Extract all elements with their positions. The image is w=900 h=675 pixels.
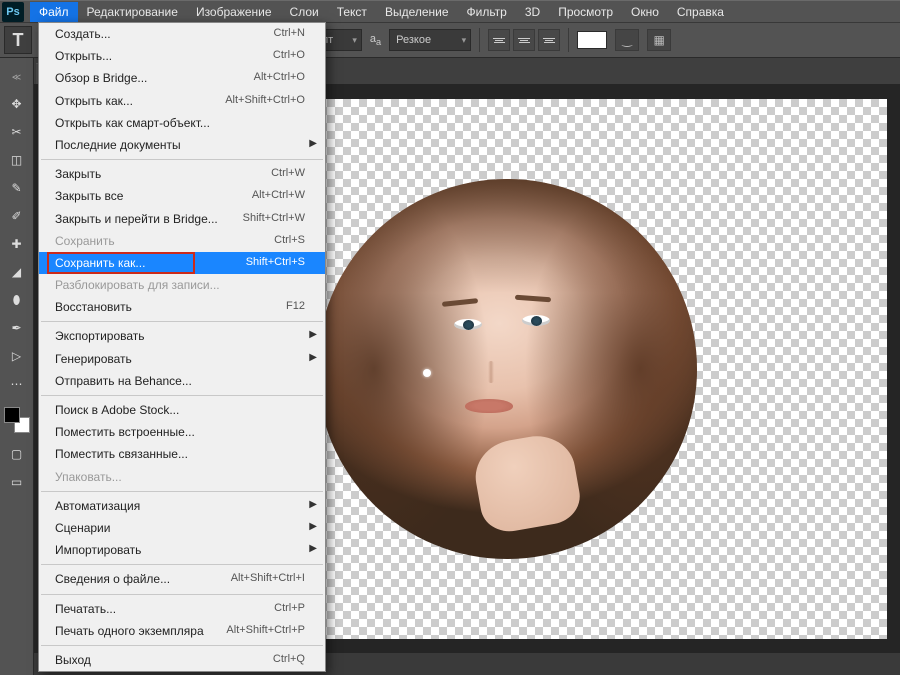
menu-item[interactable]: ЗакрытьCtrl+W xyxy=(39,163,325,185)
menu-separator xyxy=(41,564,323,565)
more-tools-icon[interactable]: ⋯ xyxy=(5,373,29,395)
menu-фильтр[interactable]: Фильтр xyxy=(458,2,516,22)
menu-separator xyxy=(41,594,323,595)
menu-item[interactable]: Закрыть и перейти в Bridge...Shift+Ctrl+… xyxy=(39,208,325,230)
divider xyxy=(568,28,569,52)
menu-item[interactable]: Сценарии▶ xyxy=(39,517,325,539)
menu-item[interactable]: Обзор в Bridge...Alt+Ctrl+O xyxy=(39,67,325,89)
menu-item[interactable]: Поместить связанные... xyxy=(39,443,325,465)
menu-выделение[interactable]: Выделение xyxy=(376,2,458,22)
menu-item[interactable]: Генерировать▶ xyxy=(39,348,325,370)
menu-item[interactable]: Открыть как смарт-объект... xyxy=(39,112,325,134)
menu-просмотр[interactable]: Просмотр xyxy=(549,2,622,22)
menu-item[interactable]: Закрыть всеAlt+Ctrl+W xyxy=(39,185,325,207)
crop-tool-icon[interactable]: ◫ xyxy=(5,149,29,171)
chevron-right-icon: ▶ xyxy=(309,351,317,365)
menu-редактирование[interactable]: Редактирование xyxy=(78,2,187,22)
chevron-right-icon: ▶ xyxy=(309,498,317,512)
healing-tool-icon[interactable]: ✚ xyxy=(5,233,29,255)
menu-item[interactable]: Открыть как...Alt+Shift+Ctrl+O xyxy=(39,90,325,112)
warp-text-icon[interactable]: ‿ xyxy=(615,29,639,51)
menu-item[interactable]: Поместить встроенные... xyxy=(39,421,325,443)
menu-separator xyxy=(41,645,323,646)
menu-item[interactable]: Сохранить как...Shift+Ctrl+S xyxy=(39,252,325,274)
chevron-right-icon: ▶ xyxy=(309,520,317,534)
lasso-tool-icon[interactable]: ✂ xyxy=(5,121,29,143)
color-swatches[interactable] xyxy=(4,407,30,433)
menu-item[interactable]: Отправить на Behance... xyxy=(39,370,325,392)
chevron-right-icon: ▶ xyxy=(309,542,317,556)
pen-tool-icon[interactable]: ✒ xyxy=(5,317,29,339)
menu-item[interactable]: Печатать...Ctrl+P xyxy=(39,598,325,620)
menu-слои[interactable]: Слои xyxy=(281,2,328,22)
menu-окно[interactable]: Окно xyxy=(622,2,668,22)
screenmode-icon[interactable]: ▭ xyxy=(5,471,29,493)
menu-файл[interactable]: Файл xyxy=(30,2,78,22)
antialias-icon: aa xyxy=(370,33,381,47)
quickmask-icon[interactable]: ▢ xyxy=(5,443,29,465)
image-content xyxy=(317,179,697,559)
menu-separator xyxy=(41,159,323,160)
menu-separator xyxy=(41,395,323,396)
menu-item[interactable]: ВосстановитьF12 xyxy=(39,296,325,318)
brush-tool-icon[interactable]: ✐ xyxy=(5,205,29,227)
panel-toggle-icon[interactable]: ▦ xyxy=(647,29,671,51)
antialias-select[interactable]: Резкое xyxy=(389,29,471,51)
path-select-icon[interactable]: ▷ xyxy=(5,345,29,367)
align-center-button[interactable] xyxy=(513,29,535,51)
menu-item[interactable]: ВыходCtrl+Q xyxy=(39,649,325,671)
align-right-button[interactable] xyxy=(538,29,560,51)
chevron-right-icon: ▶ xyxy=(309,137,317,151)
menu-item: Упаковать... xyxy=(39,466,325,488)
menu-справка[interactable]: Справка xyxy=(668,2,733,22)
menu-изображение[interactable]: Изображение xyxy=(187,2,281,22)
current-tool-icon[interactable]: T xyxy=(4,26,32,54)
gradient-tool-icon[interactable]: ◢ xyxy=(5,261,29,283)
menu-item[interactable]: Последние документы▶ xyxy=(39,134,325,156)
chevron-right-icon: ▶ xyxy=(309,328,317,342)
divider xyxy=(479,28,480,52)
menubar: Ps ФайлРедактированиеИзображениеСлоиТекс… xyxy=(0,0,900,22)
menu-item[interactable]: Открыть...Ctrl+O xyxy=(39,45,325,67)
move-tool-icon[interactable]: ✥ xyxy=(5,93,29,115)
blur-tool-icon[interactable]: ⬮ xyxy=(5,289,29,311)
menu-item: СохранитьCtrl+S xyxy=(39,230,325,252)
app-logo: Ps xyxy=(2,2,24,22)
menu-item: Разблокировать для записи... xyxy=(39,274,325,296)
menu-item[interactable]: Печать одного экземпляраAlt+Shift+Ctrl+P xyxy=(39,620,325,642)
menu-separator xyxy=(41,321,323,322)
menu-item[interactable]: Экспортировать▶ xyxy=(39,325,325,347)
toolbar-collapse-icon[interactable]: ≪ xyxy=(12,72,21,83)
menu-item[interactable]: Автоматизация▶ xyxy=(39,495,325,517)
eyedropper-tool-icon[interactable]: ✎ xyxy=(5,177,29,199)
menu-item[interactable]: Сведения о файле...Alt+Shift+Ctrl+I xyxy=(39,568,325,590)
menu-3d[interactable]: 3D xyxy=(516,2,549,22)
left-toolbar: ≪ ✥ ✂ ◫ ✎ ✐ ✚ ◢ ⬮ ✒ ▷ ⋯ ▢ ▭ xyxy=(0,58,34,675)
menu-текст[interactable]: Текст xyxy=(328,2,376,22)
menu-item[interactable]: Создать...Ctrl+N xyxy=(39,23,325,45)
menu-item[interactable]: Импортировать▶ xyxy=(39,539,325,561)
menu-item[interactable]: Поиск в Adobe Stock... xyxy=(39,399,325,421)
file-menu-dropdown: Создать...Ctrl+NОткрыть...Ctrl+OОбзор в … xyxy=(38,22,326,672)
text-color-swatch[interactable] xyxy=(577,31,607,49)
menu-separator xyxy=(41,491,323,492)
align-left-button[interactable] xyxy=(488,29,510,51)
